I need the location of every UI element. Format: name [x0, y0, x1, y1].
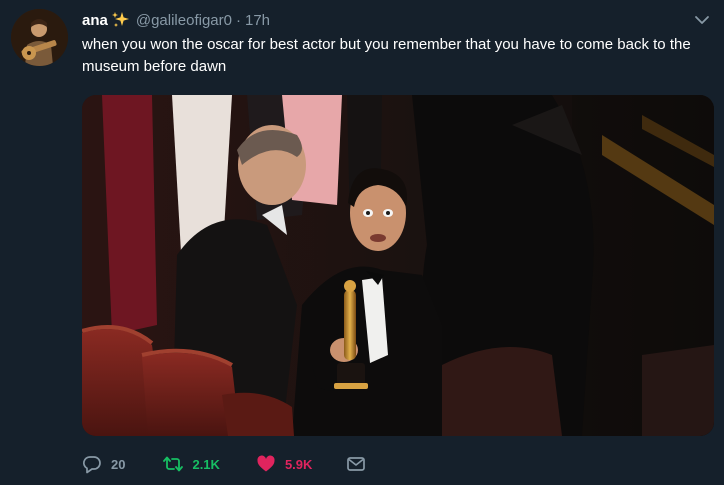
- avatar-image: [11, 9, 68, 66]
- oscar-ceremony-photo: [82, 95, 714, 436]
- heart-icon: [256, 454, 276, 474]
- reply-count: 20: [111, 456, 126, 472]
- chevron-down-icon[interactable]: [694, 12, 710, 28]
- author-name[interactable]: ana: [82, 12, 108, 29]
- timestamp[interactable]: 17h: [245, 12, 270, 29]
- tweet-header: ana @galileofigar0 · 17h: [82, 10, 270, 30]
- tweet-actions: 20 2.1K 5.9K: [82, 452, 366, 476]
- retweet-count: 2.1K: [192, 456, 220, 472]
- retweet-button[interactable]: 2.1K: [163, 454, 220, 474]
- tweet-photo[interactable]: [82, 95, 714, 436]
- tweet-text: when you won the oscar for best actor bu…: [82, 36, 691, 75]
- direct-message-button[interactable]: [346, 454, 366, 474]
- retweet-icon: [163, 454, 184, 474]
- like-count: 5.9K: [284, 456, 313, 472]
- author-handle[interactable]: @galileofigar0: [136, 12, 232, 29]
- like-button[interactable]: 5.9K: [256, 454, 312, 474]
- reply-button[interactable]: 20: [82, 454, 125, 474]
- avatar[interactable]: [11, 9, 68, 66]
- tweet[interactable]: ana @galileofigar0 · 17h when you won th…: [0, 0, 724, 485]
- envelope-icon: [346, 454, 366, 474]
- reply-icon: [82, 454, 102, 474]
- sparkles-icon: [111, 11, 131, 29]
- separator-dot: ·: [235, 11, 241, 29]
